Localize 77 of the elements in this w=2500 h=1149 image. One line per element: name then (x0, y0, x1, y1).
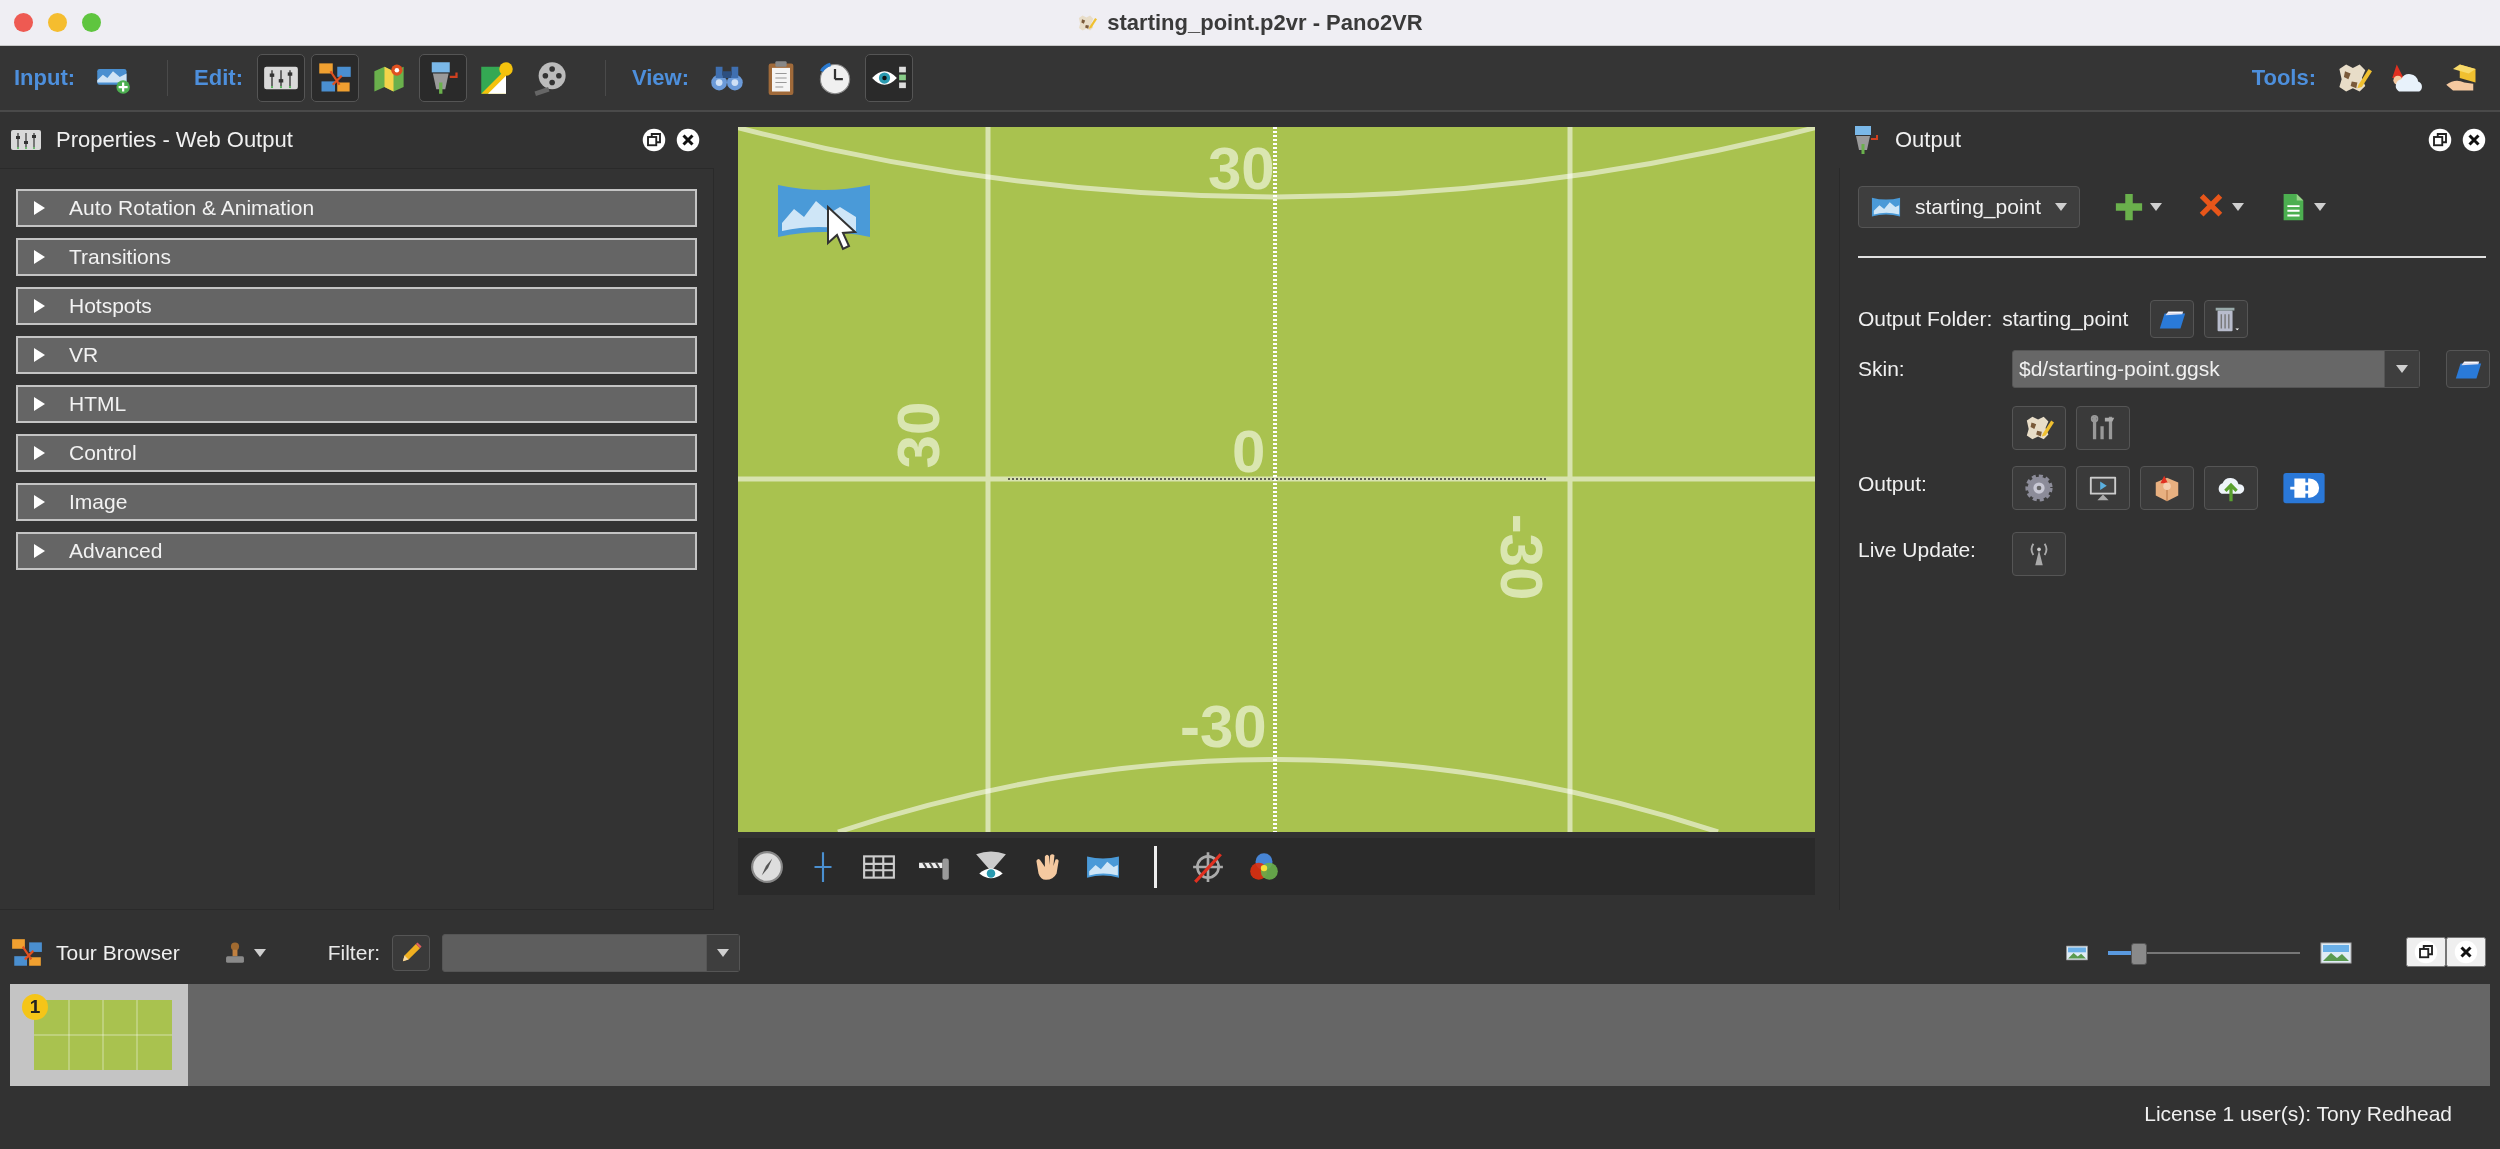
compass-icon[interactable] (750, 849, 784, 884)
field-label: Output Folder: (1858, 307, 1993, 331)
license-status: License 1 user(s): Tony Redhead (2144, 1102, 2452, 1126)
package-button[interactable] (2140, 466, 2194, 510)
restore-icon (642, 128, 666, 152)
gear-icon (2024, 473, 2054, 503)
close-button[interactable] (676, 128, 700, 152)
settings-button[interactable] (2012, 466, 2066, 510)
field-label: Output: (1858, 471, 1928, 496)
section-header[interactable]: Auto Rotation & Animation (16, 189, 697, 227)
close-button[interactable] (2446, 937, 2486, 967)
section-header[interactable]: VR (16, 336, 697, 374)
caret-icon (253, 949, 266, 957)
open-folder-button[interactable] (2446, 350, 2490, 388)
window-title: starting_point.p2vr - Pano2VR (1107, 9, 1423, 36)
toolbar-button[interactable] (419, 54, 467, 102)
toolbar-button[interactable] (257, 54, 305, 102)
add-button[interactable] (2114, 192, 2163, 222)
close-button[interactable] (2462, 128, 2486, 152)
node-number-badge: 1 (22, 994, 48, 1020)
close-icon (676, 128, 700, 152)
section-header[interactable]: Image (16, 483, 697, 521)
toolbar-label: Tools: (2251, 65, 2316, 91)
live-update-button[interactable] (2012, 532, 2066, 576)
filter-label: Filter: (327, 941, 381, 965)
toolbar-label: Input: (14, 65, 76, 91)
toolbar-label: Edit: (194, 65, 243, 91)
output-folder-value: starting_point (2002, 307, 2129, 331)
filter-edit-button[interactable] (392, 935, 431, 971)
plus-icon (2114, 192, 2145, 222)
caret-icon (2055, 203, 2068, 211)
grid-label: 0 (1232, 422, 1266, 482)
caret-icon (2396, 365, 2408, 373)
float-button[interactable] (642, 128, 666, 152)
tour-node-thumbnail[interactable]: 1 (10, 984, 188, 1086)
zoom-slider[interactable] (2108, 943, 2300, 963)
grid-label: 30 (1208, 139, 1275, 199)
section-header[interactable]: Transitions (16, 238, 697, 276)
film-reel-icon (533, 60, 569, 96)
section-header[interactable]: Hotspots (16, 287, 697, 325)
grid-label: -30 (1491, 513, 1552, 601)
panel-title: Output (1895, 127, 1962, 153)
output-profile-dropdown[interactable]: starting_point (1858, 186, 2081, 228)
close-window-button[interactable] (14, 13, 33, 32)
float-button[interactable] (2406, 937, 2446, 967)
image-icon (2066, 942, 2088, 964)
field-label: Live Update: (1858, 537, 1977, 562)
caret-icon (717, 949, 730, 957)
panel-title: Properties - Web Output (56, 127, 293, 153)
preview-button[interactable] (2076, 466, 2130, 510)
toolbar-button[interactable] (311, 54, 359, 102)
slider-thumb[interactable] (2130, 943, 2147, 965)
toolbar-button[interactable] (865, 54, 914, 102)
skin-combobox[interactable]: $d/starting-point.ggsk (2012, 350, 2420, 388)
tools-button[interactable] (2076, 406, 2130, 450)
field-label: Skin: (1858, 357, 1906, 381)
close-icon (2454, 940, 2478, 964)
close-icon (2462, 128, 2486, 152)
restore-icon (2414, 940, 2438, 964)
grid-label: -30 (1180, 697, 1267, 757)
map-tile-icon (479, 60, 515, 96)
caret-icon (2232, 203, 2245, 211)
crossed-target-icon[interactable] (1191, 849, 1225, 884)
trash-button[interactable] (2204, 300, 2249, 338)
grid-label: 30 (889, 401, 950, 469)
float-button[interactable] (2428, 128, 2452, 152)
open-folder-button[interactable] (2150, 300, 2195, 338)
caret-icon (2314, 203, 2327, 211)
section-header[interactable]: Control (16, 434, 697, 472)
restore-icon (2428, 128, 2452, 152)
caret-icon (2150, 203, 2163, 211)
panel-title: Tour Browser (56, 941, 180, 965)
toolbar-label: View: (632, 65, 690, 91)
skin-editor-button[interactable] (2012, 406, 2066, 450)
upload-button[interactable] (2204, 466, 2258, 510)
section-header[interactable]: Advanced (16, 532, 697, 570)
section-header[interactable]: HTML (16, 385, 697, 423)
